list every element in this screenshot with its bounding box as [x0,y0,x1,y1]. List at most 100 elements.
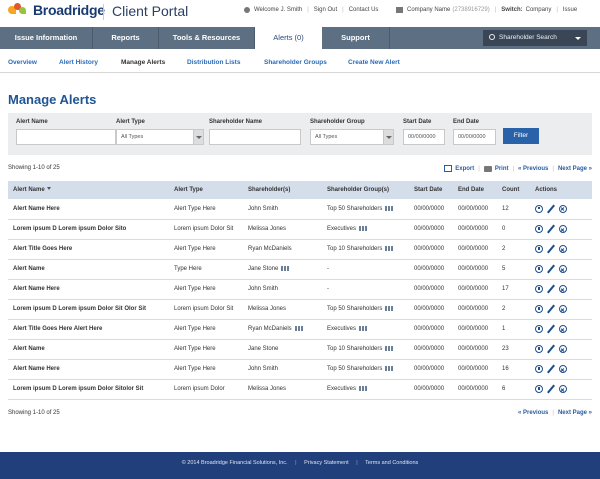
history-icon[interactable] [535,305,543,313]
history-icon[interactable] [535,385,543,393]
delete-icon[interactable] [559,385,567,393]
shareholder-group-cell: Top 50 Shareholders [322,199,409,220]
next-page-link[interactable]: Next Page » [558,166,592,172]
subnav-manage-alerts[interactable]: Manage Alerts [121,59,165,66]
terms-link[interactable]: Terms and Conditions [365,460,418,466]
export-icon[interactable] [444,165,453,172]
results-toolbar: Showing 1-10 of 25 Export | Print | « Pr… [8,165,592,177]
alert-name-cell[interactable]: Lorem ipsum D Lorem ipsum Dolor Sitolor … [8,379,169,400]
edit-pencil-icon[interactable] [547,285,555,293]
edit-pencil-icon[interactable] [547,245,555,253]
shareholder-name-label: Shareholder Name [209,119,263,125]
end-date-cell: 00/00/0000 [453,359,497,380]
shareholder-search-dropdown[interactable]: Shareholder Search [483,30,587,46]
delete-icon[interactable] [559,285,567,293]
delete-icon[interactable] [559,305,567,313]
previous-page-link[interactable]: « Previous [518,166,548,172]
edit-pencil-icon[interactable] [547,265,555,273]
broadridge-logo[interactable]: Broadridge [8,2,105,18]
people-icon[interactable] [385,205,395,211]
subnav-distribution-lists[interactable]: Distribution Lists [187,59,240,66]
people-icon[interactable] [385,246,395,251]
start-date-cell: 00/00/0000 [409,239,453,260]
subnav-alert-history[interactable]: Alert History [59,59,98,66]
switch-company-link[interactable]: Company [526,7,552,13]
history-icon[interactable] [535,245,543,253]
alert-name-cell[interactable]: Alert Name [8,259,169,280]
tab-support[interactable]: Support [322,27,390,49]
delete-icon[interactable] [559,204,567,213]
shareholder-group-select[interactable]: All Types [310,129,394,145]
delete-icon[interactable] [559,345,567,353]
edit-pencil-icon[interactable] [547,225,555,233]
history-icon[interactable] [535,285,543,293]
shareholder-search-label: Shareholder Search [499,34,557,41]
alert-name-cell[interactable]: Alert Title Goes Here [8,239,169,260]
contact-us-link[interactable]: Contact Us [349,7,379,13]
tab-reports[interactable]: Reports [93,27,159,49]
people-icon[interactable] [359,326,369,331]
edit-pencil-icon[interactable] [547,205,555,213]
alert-type-cell: Lorem ipsum Dolor Sit [169,299,243,320]
alert-name-cell[interactable]: Alert Title Goes Here Alert Here [8,319,169,340]
alert-name-cell[interactable]: Lorem ipsum D Lorem ipsum Dolor Sito [8,219,169,240]
shareholder-cell: Melissa Jones [243,379,322,400]
people-icon[interactable] [359,226,369,231]
col-alert-name[interactable]: Alert Name [8,181,169,199]
edit-pencil-icon[interactable] [547,305,555,313]
edit-pencil-icon[interactable] [547,385,555,393]
edit-pencil-icon[interactable] [547,345,555,353]
switch-issue-link[interactable]: Issue [563,7,577,13]
history-icon[interactable] [535,345,543,353]
alert-name-cell[interactable]: Alert Name Here [8,279,169,300]
tab-alerts[interactable]: Alerts (0) [255,27,322,50]
chevron-down-icon [383,130,393,144]
history-icon[interactable] [535,325,543,333]
delete-icon[interactable] [559,365,567,373]
actions-cell [530,279,592,300]
people-icon[interactable] [385,306,395,311]
alert-name-cell[interactable]: Alert Name Here [8,199,169,220]
alert-name-cell[interactable]: Lorem ipsum D Lorem ipsum Dolor Sit Olor… [8,299,169,320]
sign-out-link[interactable]: Sign Out [314,7,337,13]
alert-name-input[interactable] [16,129,116,145]
history-icon[interactable] [535,365,543,373]
edit-pencil-icon[interactable] [547,325,555,333]
subnav-shareholder-groups[interactable]: Shareholder Groups [264,59,327,66]
print-icon[interactable] [483,165,492,172]
delete-icon[interactable] [559,245,567,253]
subnav-create-new-alert[interactable]: Create New Alert [348,59,400,66]
shareholder-cell: Jane Stone [243,259,322,280]
people-icon[interactable] [385,346,395,351]
tab-tools-resources[interactable]: Tools & Resources [159,27,255,49]
filter-button[interactable]: Filter [503,128,539,144]
delete-icon[interactable] [559,265,567,273]
subnav-overview[interactable]: Overview [8,59,37,66]
start-date-cell: 00/00/0000 [409,279,453,300]
history-icon[interactable] [535,225,543,233]
history-icon[interactable] [535,204,543,213]
previous-page-link-bottom[interactable]: « Previous [518,410,548,416]
alert-name-cell[interactable]: Alert Name [8,339,169,360]
next-page-link-bottom[interactable]: Next Page » [558,410,592,416]
start-date-input[interactable]: 00/00/0000 [403,129,445,145]
export-link[interactable]: Export [455,166,474,172]
alert-type-cell: Alert Type Here [169,199,243,220]
edit-pencil-icon[interactable] [547,365,555,373]
company-name: Company Name [407,7,451,13]
people-icon[interactable] [281,266,291,271]
alert-type-select[interactable]: All Types [116,129,204,145]
privacy-link[interactable]: Privacy Statement [304,460,349,466]
filter-panel: Alert Name Alert Type All Types Sharehol… [8,113,592,155]
delete-icon[interactable] [559,225,567,233]
alert-name-cell[interactable]: Alert Name Here [8,359,169,380]
end-date-input[interactable]: 00/00/0000 [453,129,496,145]
history-icon[interactable] [535,265,543,273]
tab-issue-information[interactable]: Issue Information [0,27,93,49]
people-icon[interactable] [359,386,369,391]
delete-icon[interactable] [559,325,567,333]
print-link[interactable]: Print [495,166,509,172]
people-icon[interactable] [385,366,395,371]
people-icon[interactable] [294,326,304,331]
shareholder-name-input[interactable] [209,129,301,145]
